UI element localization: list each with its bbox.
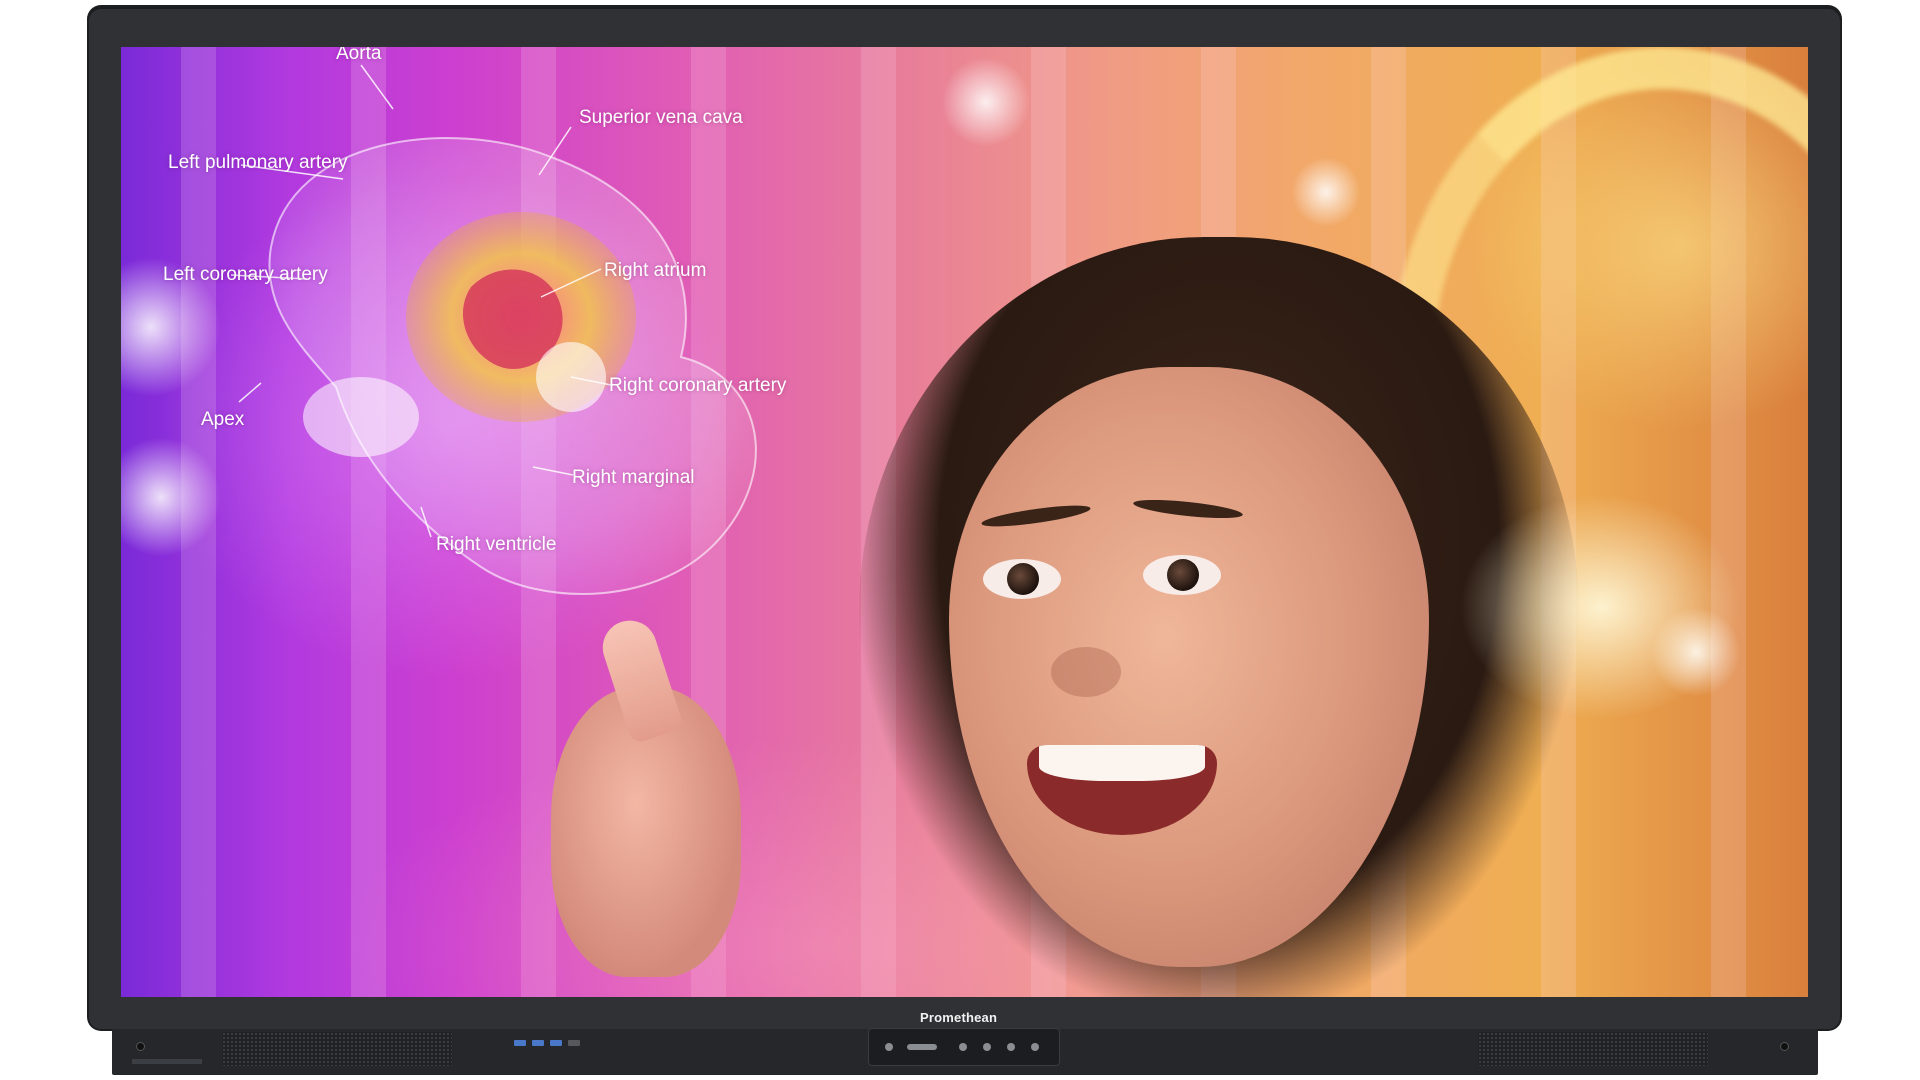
model-sticker (132, 1059, 202, 1064)
usb-port[interactable] (532, 1040, 544, 1046)
brand-logo: Promethean (920, 1010, 998, 1025)
label-apex: Apex (201, 409, 245, 430)
settings-icon[interactable] (1031, 1043, 1039, 1051)
label-aorta: Aorta (336, 47, 382, 64)
speaker-grille-right (1478, 1032, 1708, 1066)
indicator-light (1780, 1042, 1789, 1051)
display-screen: Aorta Superior vena cava Left pulmonary … (121, 47, 1808, 997)
dot-icon[interactable] (1007, 1043, 1015, 1051)
label-right-atrium: Right atrium (604, 260, 707, 281)
usb-c-port[interactable] (550, 1040, 562, 1046)
label-left-coronary-artery: Left coronary artery (163, 264, 328, 285)
indicator-light (136, 1042, 145, 1051)
label-right-coronary-artery: Right coronary artery (609, 375, 787, 396)
hdmi-port[interactable] (568, 1040, 580, 1046)
usb-port[interactable] (514, 1040, 526, 1046)
input-icon[interactable] (907, 1044, 937, 1050)
speaker-grille-left (222, 1032, 452, 1066)
heart-highlight (303, 377, 419, 457)
label-right-marginal: Right marginal (572, 467, 695, 488)
dot-icon[interactable] (983, 1043, 991, 1051)
label-right-ventricle: Right ventricle (436, 534, 557, 555)
label-left-pulmonary-artery: Left pulmonary artery (168, 152, 348, 173)
label-superior-vena-cava: Superior vena cava (579, 107, 743, 128)
front-control-panel (868, 1028, 1060, 1066)
heart-hologram (230, 64, 757, 595)
home-icon[interactable] (959, 1043, 967, 1051)
display-bezel: Aorta Superior vena cava Left pulmonary … (89, 7, 1840, 1029)
power-icon[interactable] (885, 1043, 893, 1051)
